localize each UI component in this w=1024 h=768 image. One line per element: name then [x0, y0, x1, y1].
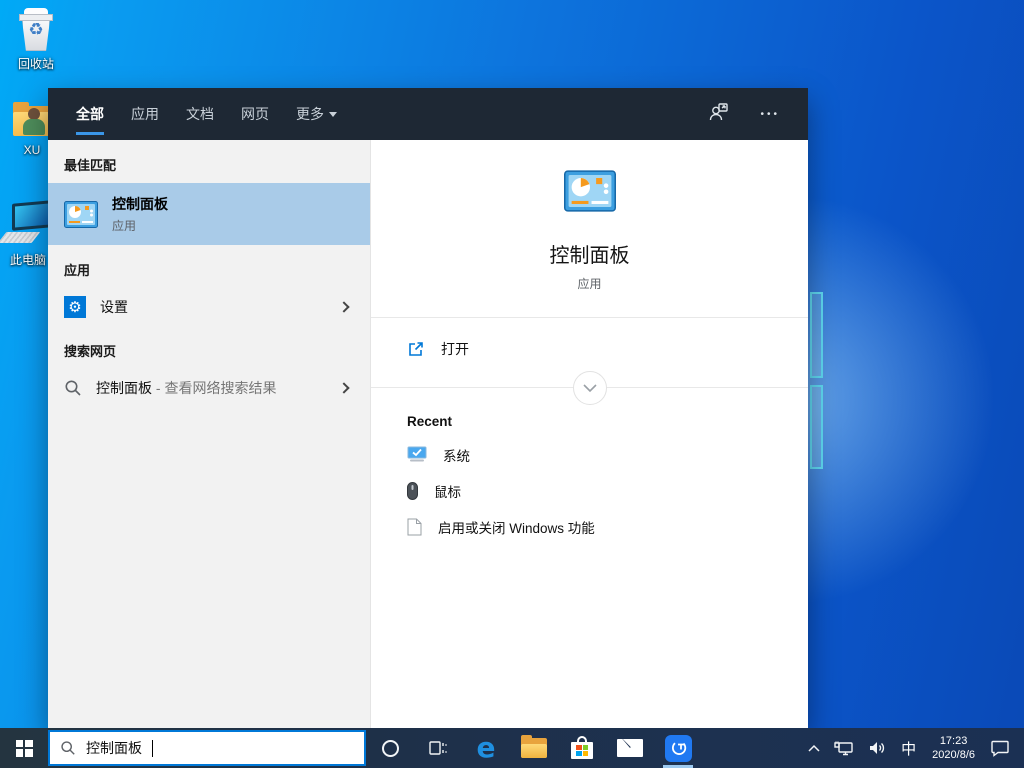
user-folder-icon [11, 100, 53, 140]
preview-title: 控制面板 [371, 239, 808, 268]
chevron-down-icon [329, 112, 337, 117]
desktop-icon-label: 回收站 [0, 55, 72, 72]
tray-date: 2020/8/6 [932, 748, 975, 762]
best-match-title: 控制面板 [112, 194, 168, 214]
task-view-button[interactable] [414, 728, 462, 768]
search-panel-header: 全部 应用 文档 网页 更多 ••• [48, 88, 808, 140]
search-filter-tabs: 全部 应用 文档 网页 更多 [76, 88, 337, 140]
tab-apps[interactable]: 应用 [131, 88, 159, 140]
preview-subtitle: 应用 [371, 275, 808, 292]
network-icon [834, 740, 854, 756]
file-explorer-button[interactable] [510, 728, 558, 768]
system-tray: 中 17:23 2020/8/6 [801, 728, 1024, 768]
action-center-icon [990, 739, 1010, 757]
open-icon [407, 340, 425, 358]
result-best-match-control-panel[interactable]: 控制面板 应用 [48, 183, 370, 245]
recent-header: Recent [407, 414, 808, 429]
best-match-header: 最佳匹配 [48, 140, 370, 183]
open-action[interactable]: 打开 [371, 318, 808, 378]
action-center-button[interactable] [983, 728, 1024, 768]
pinned-app-button[interactable] [654, 728, 702, 768]
volume-icon [868, 740, 886, 756]
search-icon [64, 379, 82, 397]
web-section-header: 搜索网页 [48, 326, 370, 369]
open-label: 打开 [441, 339, 469, 359]
more-options-icon[interactable]: ••• [760, 109, 780, 120]
recycle-bin-icon: ♻ [16, 8, 56, 52]
chevron-right-icon[interactable] [338, 382, 349, 393]
blue-app-icon [665, 735, 692, 762]
cortana-button[interactable] [366, 728, 414, 768]
desktop: ♻ 回收站 XU 此电脑 全部 应用 文档 网页 更多 [0, 0, 1024, 768]
start-button[interactable] [0, 728, 48, 768]
result-preview-pane: 控制面板 应用 打开 [370, 140, 808, 728]
search-input-value[interactable]: 控制面板 [86, 738, 142, 758]
search-icon [60, 740, 76, 756]
clock[interactable]: 17:23 2020/8/6 [924, 734, 983, 762]
search-results-list: 最佳匹配 控制面板 应用 [48, 140, 370, 728]
tray-time: 17:23 [932, 734, 975, 748]
recent-section: Recent 系统 [371, 388, 808, 537]
task-view-icon [428, 739, 448, 757]
desktop-icon-recycle-bin[interactable]: ♻ 回收站 [0, 8, 72, 72]
search-flyout-panel: 全部 应用 文档 网页 更多 ••• [48, 88, 808, 728]
network-button[interactable] [827, 728, 861, 768]
settings-label: 设置 [100, 297, 128, 317]
windows-logo-icon [16, 740, 33, 757]
volume-button[interactable] [861, 728, 893, 768]
result-web-search[interactable]: 控制面板 - 查看网络搜索结果 [48, 369, 370, 407]
divider [371, 387, 808, 388]
result-settings[interactable]: ⚙ 设置 [48, 288, 370, 326]
recent-item-system[interactable]: 系统 [407, 445, 808, 465]
mouse-icon [407, 482, 418, 500]
web-search-text: 控制面板 - 查看网络搜索结果 [96, 378, 276, 398]
chevron-up-icon [808, 744, 820, 752]
taskbar: 控制面板 e [0, 728, 1024, 768]
recent-item-windows-features[interactable]: 启用或关闭 Windows 功能 [407, 517, 808, 537]
file-explorer-icon [521, 738, 547, 758]
edge-button[interactable]: e [462, 728, 510, 768]
wallpaper-logo-pane [810, 385, 823, 469]
taskbar-search-box[interactable]: 控制面板 [48, 730, 366, 766]
show-hidden-icons-button[interactable] [801, 728, 827, 768]
tab-all[interactable]: 全部 [76, 88, 104, 140]
ime-indicator[interactable]: 中 [893, 738, 924, 759]
user-account-icon[interactable] [708, 101, 730, 128]
store-button[interactable] [558, 728, 606, 768]
tab-more[interactable]: 更多 [296, 88, 337, 140]
chevron-right-icon[interactable] [338, 301, 349, 312]
mail-button[interactable] [606, 728, 654, 768]
expand-button[interactable] [573, 371, 607, 405]
settings-gear-icon: ⚙ [64, 296, 86, 318]
wallpaper-logo-pane [810, 292, 823, 378]
chevron-down-icon [582, 383, 598, 393]
tab-web[interactable]: 网页 [241, 88, 269, 140]
edge-icon: e [477, 734, 496, 762]
system-monitor-icon [407, 446, 427, 464]
best-match-subtitle: 应用 [112, 217, 168, 234]
tab-documents[interactable]: 文档 [186, 88, 214, 140]
cortana-icon [382, 740, 399, 757]
recent-item-mouse[interactable]: 鼠标 [407, 481, 808, 501]
control-panel-icon [64, 201, 98, 228]
microsoft-store-icon [570, 736, 594, 760]
mail-icon [617, 739, 643, 757]
document-icon [407, 518, 422, 536]
text-cursor [152, 740, 153, 757]
apps-section-header: 应用 [48, 245, 370, 288]
control-panel-icon-large [564, 170, 616, 212]
